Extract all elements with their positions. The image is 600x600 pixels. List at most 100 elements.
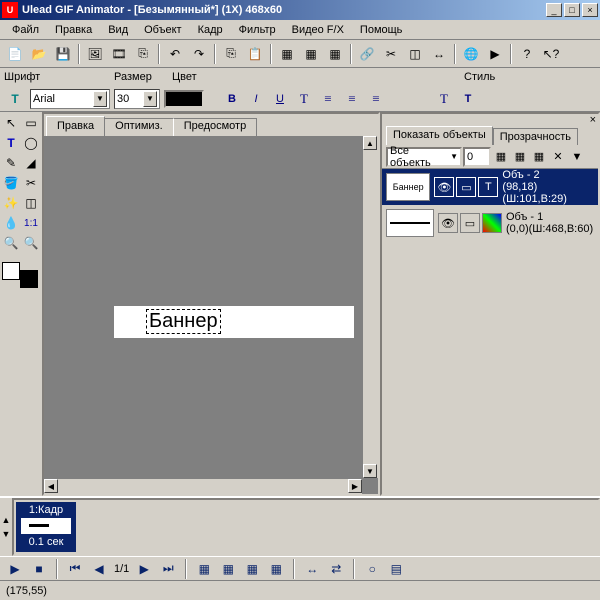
whatsthis-icon[interactable]: ↖?: [540, 43, 562, 65]
web-icon[interactable]: 🌐: [460, 43, 482, 65]
tab-edit[interactable]: Правка: [46, 116, 105, 136]
crop-icon[interactable]: ◫: [404, 43, 426, 65]
menu-object[interactable]: Объект: [136, 22, 189, 38]
stop-button[interactable]: ■: [30, 560, 48, 578]
marquee-tool[interactable]: ▭: [22, 114, 40, 132]
reverse-button[interactable]: ⇄: [327, 560, 345, 578]
scroll-right-icon[interactable]: ▶: [348, 479, 362, 493]
transform-tool[interactable]: ◫: [22, 194, 40, 212]
settings-button[interactable]: ▤: [387, 560, 405, 578]
link-icon[interactable]: 🔗: [356, 43, 378, 65]
object-row[interactable]: 👁 ▭ Объ - 1 (0,0)(Ш:468,В:60): [382, 205, 598, 241]
eyedropper-tool[interactable]: 💧: [2, 214, 20, 232]
visibility-icon[interactable]: 👁: [434, 177, 454, 197]
maximize-button[interactable]: □: [564, 3, 580, 17]
menu-help[interactable]: Помощь: [352, 22, 411, 38]
first-frame-button[interactable]: ⏮: [66, 560, 84, 578]
dup-frame-button[interactable]: ▦: [219, 560, 237, 578]
italic-button[interactable]: I: [246, 89, 266, 109]
resize-icon[interactable]: ↔: [428, 43, 450, 65]
lock-icon[interactable]: ▭: [460, 213, 480, 233]
timeline-up-icon[interactable]: ▲: [2, 515, 11, 525]
color-picker[interactable]: [2, 262, 38, 288]
brush-tool[interactable]: ✎: [2, 154, 20, 172]
hscrollbar[interactable]: ◀ ▶: [44, 478, 362, 494]
scroll-down-icon[interactable]: ▼: [363, 464, 377, 478]
redo-icon[interactable]: ↷: [188, 43, 210, 65]
frame-item[interactable]: 1:Кадр 0.1 сек: [16, 502, 76, 552]
next-frame-button[interactable]: ▶: [135, 560, 153, 578]
lock-icon[interactable]: ▭: [456, 177, 476, 197]
layer-up-icon[interactable]: ▦: [492, 148, 510, 166]
layer-dup-icon[interactable]: ▦: [530, 148, 548, 166]
visibility-icon[interactable]: 👁: [438, 213, 458, 233]
layer-del-icon[interactable]: ✕: [549, 148, 567, 166]
play-button[interactable]: ▶: [6, 560, 24, 578]
del-frame-button[interactable]: ▦: [243, 560, 261, 578]
undo-icon[interactable]: ↶: [164, 43, 186, 65]
font-combo[interactable]: Arial▼: [30, 89, 110, 109]
tab-transparency[interactable]: Прозрачность: [493, 128, 578, 145]
size-combo[interactable]: 30▼: [114, 89, 160, 109]
crop-tool[interactable]: ✂: [22, 174, 40, 192]
underline-button[interactable]: U: [270, 89, 290, 109]
preview-icon[interactable]: ▶: [484, 43, 506, 65]
image-icon[interactable]: 🖼: [84, 43, 106, 65]
object-row[interactable]: Баннер 👁 ▭ T Объ - 2 (98,18)(Ш:101,В:29): [382, 169, 598, 205]
canvas[interactable]: Баннер: [114, 306, 354, 338]
tab-show-objects[interactable]: Показать объекты: [386, 126, 493, 145]
fill-tool[interactable]: 🪣: [2, 174, 20, 192]
tab-optimize[interactable]: Оптимиз.: [104, 118, 174, 136]
scroll-up-icon[interactable]: ▲: [363, 136, 377, 150]
cut-icon[interactable]: ✂: [380, 43, 402, 65]
frame-dup-icon[interactable]: ▦: [300, 43, 322, 65]
canvas-viewport[interactable]: Баннер ▲ ▼ ◀ ▶: [44, 136, 378, 494]
align-center-button[interactable]: ≡: [342, 89, 362, 109]
menu-videofx[interactable]: Видео F/X: [284, 22, 352, 38]
align-right-button[interactable]: ≡: [366, 89, 386, 109]
menu-edit[interactable]: Правка: [47, 22, 100, 38]
text-tool-icon[interactable]: T: [4, 88, 26, 110]
menu-filter[interactable]: Фильтр: [231, 22, 284, 38]
open-icon[interactable]: 📂: [28, 43, 50, 65]
menu-file[interactable]: Файл: [4, 22, 47, 38]
shape-tool[interactable]: ◯: [22, 134, 40, 152]
big-text-button[interactable]: T: [458, 89, 478, 109]
menu-view[interactable]: Вид: [100, 22, 136, 38]
last-frame-button[interactable]: ⏭: [159, 560, 177, 578]
vertical-text-button[interactable]: T: [434, 89, 454, 109]
timeline-down-icon[interactable]: ▼: [2, 529, 11, 539]
strike-button[interactable]: T: [294, 89, 314, 109]
bold-button[interactable]: B: [222, 89, 242, 109]
minimize-button[interactable]: _: [546, 3, 562, 17]
pointer-tool[interactable]: ↖: [2, 114, 20, 132]
video-icon[interactable]: 🎞: [108, 43, 130, 65]
add-frame-button[interactable]: ▦: [195, 560, 213, 578]
zoom-11-tool[interactable]: 1:1: [22, 214, 40, 232]
wand-tool[interactable]: ✨: [2, 194, 20, 212]
import-icon[interactable]: ⎘: [132, 43, 154, 65]
menu-frame[interactable]: Кадр: [190, 22, 231, 38]
close-button[interactable]: ×: [582, 3, 598, 17]
frame-add-icon[interactable]: ▦: [276, 43, 298, 65]
panel-close-icon[interactable]: ×: [590, 114, 596, 124]
layer-down-icon[interactable]: ▼: [568, 148, 586, 166]
tween-button[interactable]: ↔: [303, 560, 321, 578]
scroll-left-icon[interactable]: ◀: [44, 479, 58, 493]
frame-del-icon[interactable]: ▦: [324, 43, 346, 65]
help-icon[interactable]: ?: [516, 43, 538, 65]
text-object[interactable]: Баннер: [146, 309, 221, 334]
opacity-input[interactable]: 0: [463, 147, 491, 167]
align-left-button[interactable]: ≡: [318, 89, 338, 109]
color-swatch[interactable]: [164, 90, 204, 108]
foreground-color[interactable]: [2, 262, 20, 280]
vscrollbar[interactable]: ▲ ▼: [362, 136, 378, 478]
save-icon[interactable]: 💾: [52, 43, 74, 65]
loop-button[interactable]: ○: [363, 560, 381, 578]
zoom-in-tool[interactable]: 🔍: [2, 234, 20, 252]
text-tool[interactable]: T: [2, 134, 20, 152]
layer-merge-icon[interactable]: ▦: [511, 148, 529, 166]
background-color[interactable]: [20, 270, 38, 288]
paste-icon[interactable]: 📋: [244, 43, 266, 65]
object-filter-combo[interactable]: Все объекть▼: [386, 147, 462, 167]
